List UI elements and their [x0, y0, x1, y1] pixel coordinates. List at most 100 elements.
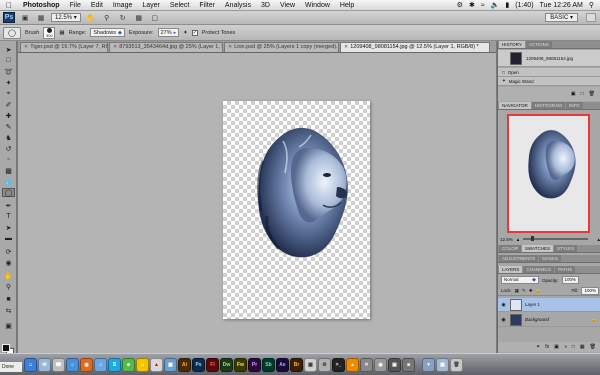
pen-tool-icon[interactable]: ✒: [2, 201, 15, 210]
menu-layer[interactable]: Layer: [137, 2, 165, 9]
lock-image-icon[interactable]: ✎: [522, 288, 526, 294]
brush-preset-icon[interactable]: ▦: [59, 30, 64, 36]
apple-menu-icon[interactable]: : [0, 1, 18, 10]
soundbooth-dock-icon[interactable]: Sb: [262, 357, 275, 372]
wifi-icon[interactable]: ≈: [481, 2, 485, 9]
protect-tones-checkbox[interactable]: ✓: [191, 29, 198, 36]
zoom-level-select[interactable]: 12.5% ▾: [51, 13, 81, 22]
menu-image[interactable]: Image: [108, 2, 137, 9]
close-tab-icon[interactable]: ✕: [24, 43, 28, 52]
history-state-magic-wand[interactable]: ✦ Magic Wand: [498, 77, 600, 86]
flash-dock-icon[interactable]: Fl: [206, 357, 219, 372]
menu-help[interactable]: Help: [335, 2, 359, 9]
dock-window-label[interactable]: Done: [0, 362, 22, 372]
dreamweaver-dock-icon[interactable]: Dw: [220, 357, 233, 372]
documents-folder-dock-icon[interactable]: ▦: [436, 357, 449, 372]
tab-paths[interactable]: PATHS: [554, 266, 576, 273]
navigator-zoom-value[interactable]: 12.5%: [500, 237, 513, 242]
premiere-dock-icon[interactable]: Pr: [248, 357, 261, 372]
photoshop-dock-icon[interactable]: Ps: [192, 357, 205, 372]
history-snapshot[interactable]: 1209408_98081154.jpg: [498, 50, 600, 67]
messenger-dock-icon[interactable]: ☻: [122, 357, 135, 372]
rotate-view-icon[interactable]: ↻: [117, 13, 129, 23]
tab-color[interactable]: COLOR: [499, 245, 522, 252]
swap-colors-icon[interactable]: ⇆: [2, 306, 15, 315]
zoom-tool-panel-icon[interactable]: ⚲: [2, 282, 15, 291]
finder-dock-icon[interactable]: ☺: [24, 357, 37, 372]
crop-tool-icon[interactable]: ⌖: [2, 89, 15, 98]
script-icon[interactable]: ⚙: [457, 1, 463, 9]
layer-row-layer-1[interactable]: ◉ Layer 1: [498, 298, 600, 312]
tab-styles[interactable]: STYLES: [554, 245, 578, 252]
tab-tiger-psd[interactable]: ✕ Tiger.psd @ 16.7% (Layer 7, RG...: [20, 42, 108, 52]
menu-3d[interactable]: 3D: [256, 2, 275, 9]
history-brush-tool-icon[interactable]: ↺: [2, 144, 15, 153]
hand-tool-icon[interactable]: ✋: [85, 13, 97, 23]
eraser-tool-icon[interactable]: ▫: [2, 155, 15, 164]
lock-transparency-icon[interactable]: ▦: [515, 288, 519, 294]
gradient-tool-icon[interactable]: ▩: [2, 166, 15, 175]
bluetooth-icon[interactable]: ✱: [469, 1, 475, 9]
tab-lion-psd[interactable]: ✕ Lion.psd @ 25% (Layers 1 copy (merged).…: [224, 42, 339, 52]
tab-history[interactable]: HISTORY: [499, 41, 525, 48]
blend-mode-select[interactable]: Normal ◆: [501, 276, 539, 284]
mini-bridge-icon[interactable]: ▦: [35, 13, 47, 23]
tab-histogram[interactable]: HISTOGRAM: [531, 102, 565, 109]
close-tab-icon[interactable]: ✕: [344, 43, 348, 52]
skype-dock-icon[interactable]: S: [108, 357, 121, 372]
move-tool-icon[interactable]: ➤: [2, 45, 15, 54]
tab-actions[interactable]: ACTIONS: [525, 41, 552, 48]
delete-state-icon[interactable]: 🗑: [589, 91, 595, 97]
tab-channels[interactable]: CHANNELS: [523, 266, 554, 273]
document-canvas[interactable]: [223, 101, 370, 319]
range-select[interactable]: Shadows ◆: [90, 28, 125, 37]
pdf-dock-icon[interactable]: ▲: [150, 357, 163, 372]
new-document-icon[interactable]: □: [581, 91, 584, 97]
new-snapshot-icon[interactable]: ▣: [571, 91, 576, 97]
navigator-zoom-slider[interactable]: [523, 236, 588, 241]
spotlight-icon[interactable]: ⚲: [589, 1, 594, 9]
new-group-icon[interactable]: □: [572, 344, 575, 350]
zoom-tool-icon[interactable]: ⚲: [101, 13, 113, 23]
screen-mode-icon[interactable]: ▢: [149, 13, 161, 23]
downloads-folder-dock-icon[interactable]: ▾: [422, 357, 435, 372]
hand-tool-panel-icon[interactable]: ✋: [2, 271, 15, 280]
brush-tool-icon[interactable]: ✎: [2, 122, 15, 131]
brush-picker[interactable]: 300: [43, 26, 56, 39]
visibility-eye-icon[interactable]: ◉: [500, 317, 507, 323]
delete-layer-icon[interactable]: 🗑: [590, 344, 596, 350]
tool-preset-picker[interactable]: ◯: [3, 26, 21, 39]
lasso-tool-icon[interactable]: ➰: [2, 67, 15, 76]
lock-all-icon[interactable]: 🔒: [536, 288, 542, 294]
tab-swatches[interactable]: SWATCHES: [522, 245, 554, 252]
iphoto-dock-icon[interactable]: ▩: [164, 357, 177, 372]
mail-dock-icon[interactable]: ✉: [38, 357, 51, 372]
fill-input[interactable]: 100%: [581, 286, 599, 295]
menu-select[interactable]: Select: [165, 2, 194, 9]
arrange-documents-icon[interactable]: ▦: [133, 13, 145, 23]
healing-brush-tool-icon[interactable]: ✚: [2, 111, 15, 120]
tools-dock-icon[interactable]: ✕: [360, 357, 373, 372]
foreground-color-swatch[interactable]: [2, 344, 10, 352]
tab-navigator[interactable]: NAVIGATOR: [499, 102, 531, 109]
exposure-input[interactable]: 27% ▸: [157, 28, 180, 37]
bridge-launch-icon[interactable]: ▣: [19, 13, 31, 23]
marquee-tool-icon[interactable]: □: [2, 56, 15, 65]
link-layers-icon[interactable]: ⚭: [536, 344, 540, 350]
lock-position-icon[interactable]: ✚: [529, 288, 533, 294]
cs-live-button[interactable]: [586, 13, 596, 22]
bridge-dock-icon[interactable]: Br: [290, 357, 303, 372]
app-dock-icon[interactable]: ■: [402, 357, 415, 372]
menu-filter[interactable]: Filter: [194, 2, 220, 9]
navigator-preview[interactable]: [507, 114, 590, 233]
safari-dock-icon[interactable]: ☼: [66, 357, 79, 372]
visibility-eye-icon[interactable]: ◉: [500, 302, 507, 308]
eyedropper-tool-icon[interactable]: ✐: [2, 100, 15, 109]
volume-icon[interactable]: 🔈: [491, 1, 500, 9]
add-mask-icon[interactable]: ▣: [554, 344, 559, 350]
disk-dock-icon[interactable]: ◉: [374, 357, 387, 372]
layer-style-icon[interactable]: fx: [545, 344, 549, 350]
menu-view[interactable]: View: [275, 2, 300, 9]
preview-dock-icon[interactable]: ▦: [304, 357, 317, 372]
3d-rotate-tool-icon[interactable]: ⟳: [2, 247, 15, 256]
